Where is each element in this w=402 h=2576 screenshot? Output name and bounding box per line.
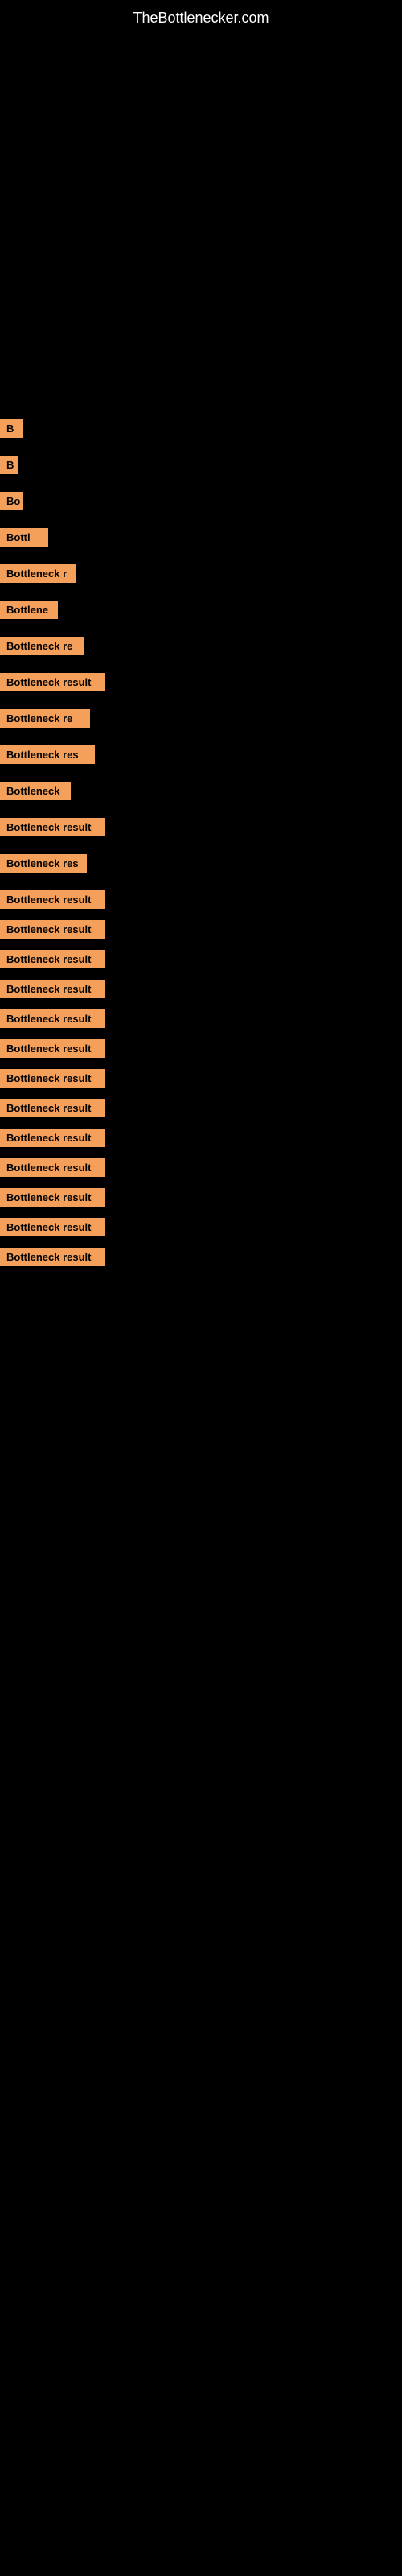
bottleneck-item-5: Bottleneck r: [0, 564, 402, 583]
bottleneck-label-26: Bottleneck result: [0, 1248, 105, 1266]
bottleneck-item-3: Bo: [0, 492, 402, 510]
bottleneck-item-12: Bottleneck result: [0, 818, 402, 836]
bottleneck-label-23: Bottleneck result: [0, 1158, 105, 1177]
bottleneck-item-26: Bottleneck result: [0, 1248, 402, 1266]
bottleneck-item-8: Bottleneck result: [0, 673, 402, 691]
bottleneck-label-18: Bottleneck result: [0, 1009, 105, 1028]
bottleneck-item-9: Bottleneck re: [0, 709, 402, 728]
bottleneck-label-13: Bottleneck res: [0, 854, 87, 873]
bottleneck-item-2: B: [0, 456, 402, 474]
bottleneck-item-23: Bottleneck result: [0, 1158, 402, 1177]
bottleneck-label-6: Bottlene: [0, 601, 58, 619]
bottleneck-label-2: B: [0, 456, 18, 474]
bottleneck-label-8: Bottleneck result: [0, 673, 105, 691]
bottleneck-item-15: Bottleneck result: [0, 920, 402, 939]
bottleneck-item-25: Bottleneck result: [0, 1218, 402, 1236]
bottleneck-item-22: Bottleneck result: [0, 1129, 402, 1147]
page-wrapper: TheBottlenecker.com BB Bo Bottl Bottleneck …: [0, 0, 402, 1266]
bottleneck-label-3: Bo: [0, 492, 23, 510]
bottleneck-item-7: Bottleneck re: [0, 637, 402, 655]
bottleneck-item-11: Bottleneck: [0, 782, 402, 800]
bottleneck-label-25: Bottleneck result: [0, 1218, 105, 1236]
bottleneck-label-20: Bottleneck result: [0, 1069, 105, 1088]
bottleneck-item-21: Bottleneck result: [0, 1099, 402, 1117]
bottleneck-label-9: Bottleneck re: [0, 709, 90, 728]
bottleneck-item-6: Bottlene: [0, 601, 402, 619]
items-container: BB Bo Bottl Bottleneck r Bottlene Bottleneck …: [0, 33, 402, 1266]
bottleneck-item-19: Bottleneck result: [0, 1039, 402, 1058]
bottleneck-item-14: Bottleneck result: [0, 890, 402, 909]
bottleneck-item-4: Bottl: [0, 528, 402, 547]
bottleneck-label-22: Bottleneck result: [0, 1129, 105, 1147]
bottleneck-label-11: Bottleneck: [0, 782, 71, 800]
bottleneck-item-24: Bottleneck result: [0, 1188, 402, 1207]
bottleneck-item-10: Bottleneck res: [0, 745, 402, 764]
bottleneck-label-24: Bottleneck result: [0, 1188, 105, 1207]
bottleneck-label-12: Bottleneck result: [0, 818, 105, 836]
bottleneck-label-14: Bottleneck result: [0, 890, 105, 909]
bottleneck-label-16: Bottleneck result: [0, 950, 105, 968]
bottleneck-label-10: Bottleneck res: [0, 745, 95, 764]
bottleneck-item-16: Bottleneck result: [0, 950, 402, 968]
bottleneck-item-18: Bottleneck result: [0, 1009, 402, 1028]
bottleneck-label-5: Bottleneck r: [0, 564, 76, 583]
bottleneck-label-19: Bottleneck result: [0, 1039, 105, 1058]
site-title: TheBottlenecker.com: [0, 0, 402, 33]
bottleneck-label-1: B: [0, 419, 23, 438]
bottleneck-label-21: Bottleneck result: [0, 1099, 105, 1117]
bottleneck-item-17: Bottleneck result: [0, 980, 402, 998]
bottleneck-label-15: Bottleneck result: [0, 920, 105, 939]
bottleneck-item-1: B: [0, 419, 402, 438]
bottleneck-item-13: Bottleneck res: [0, 854, 402, 873]
bottleneck-label-17: Bottleneck result: [0, 980, 105, 998]
bottleneck-label-7: Bottleneck re: [0, 637, 84, 655]
bottleneck-label-4: Bottl: [0, 528, 48, 547]
bottleneck-item-20: Bottleneck result: [0, 1069, 402, 1088]
